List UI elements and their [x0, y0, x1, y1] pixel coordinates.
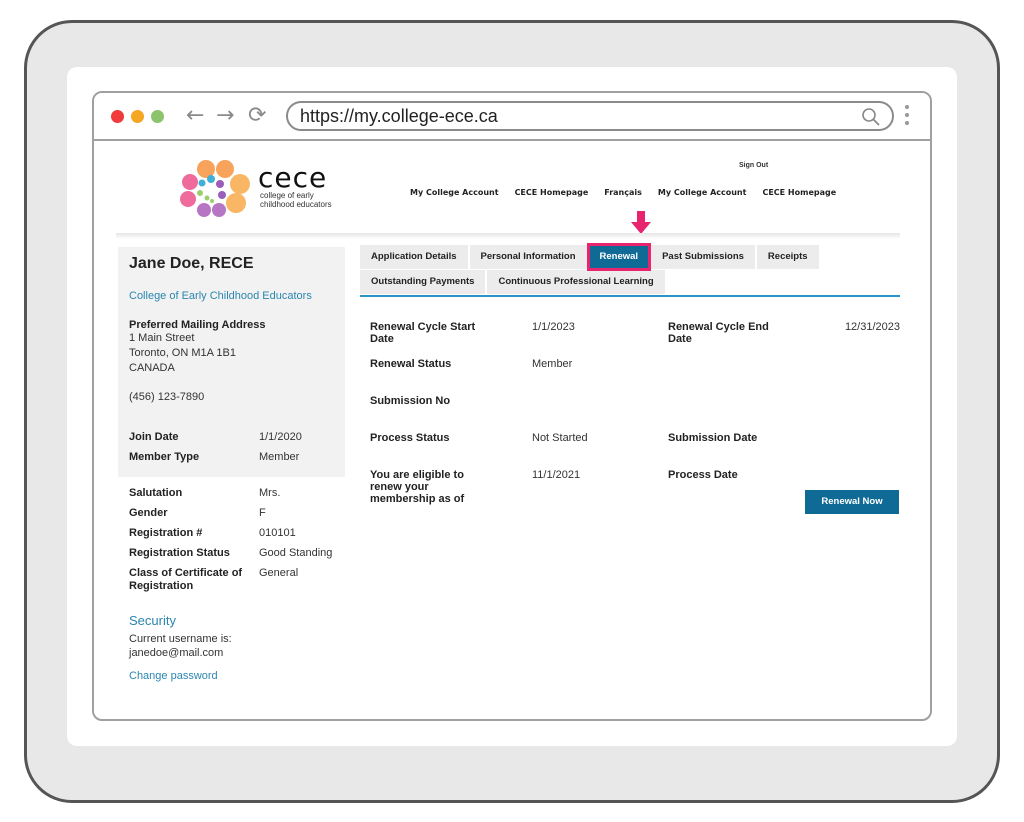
- username-value: janedoe@mail.com: [129, 647, 224, 659]
- status-row: Renewal Status Member: [360, 358, 900, 395]
- registration-number-row: Registration # 010101: [129, 523, 334, 543]
- gender-row: Gender F: [129, 503, 334, 523]
- tab-row-1: Application Details Personal Information…: [360, 243, 900, 271]
- renewal-status-label: Renewal Status: [370, 358, 452, 370]
- account-tabs: Application Details Personal Information…: [360, 243, 900, 297]
- logo-circles-icon: [180, 160, 250, 217]
- logo-wordmark: cece: [258, 161, 328, 194]
- nav-my-college-account-2[interactable]: My College Account: [658, 188, 747, 197]
- eligible-date-value: 11/1/2021: [532, 469, 581, 481]
- cycle-row: Renewal Cycle Start Date 1/1/2023 Renewa…: [360, 321, 900, 358]
- security-heading: Security: [129, 613, 176, 628]
- process-status-label: Process Status: [370, 432, 450, 444]
- eligible-label: You are eligible to renew your membershi…: [370, 469, 465, 505]
- browser-toolbar: ← → ⟳ https://my.college-ece.ca: [94, 93, 930, 141]
- address-line: Toronto, ON M1A 1B1: [129, 347, 236, 359]
- header-divider: [116, 233, 900, 239]
- member-type-row: Member Type Member: [129, 447, 334, 467]
- member-type-value: Member: [259, 451, 300, 463]
- registration-number-value: 010101: [259, 527, 296, 539]
- member-type-label: Member Type: [129, 451, 200, 463]
- renewal-status-value: Member: [532, 358, 573, 370]
- certificate-class-value: General: [259, 567, 299, 579]
- member-details: Salutation Mrs. Gender F Registration # …: [118, 477, 345, 682]
- registration-status-label: Registration Status: [129, 547, 230, 559]
- nav-my-college-account[interactable]: My College Account: [410, 188, 499, 197]
- change-password-link[interactable]: Change password: [129, 670, 334, 682]
- close-window-dot[interactable]: [111, 110, 124, 123]
- cycle-end-value: 12/31/2023: [844, 321, 900, 333]
- tab-renewal[interactable]: Renewal: [586, 243, 652, 271]
- renewal-now-button[interactable]: Renewal Now: [805, 490, 899, 514]
- process-status-value: Not Started: [532, 432, 588, 444]
- sign-out-link[interactable]: Sign Out: [739, 162, 768, 169]
- tab-continuous-professional-learning[interactable]: Continuous Professional Learning: [487, 270, 665, 294]
- renewal-panel: Renewal Cycle Start Date 1/1/2023 Renewa…: [360, 321, 900, 529]
- cece-logo[interactable]: cece college of early childhood educator…: [170, 157, 332, 219]
- arrow-right-icon[interactable]: →: [216, 102, 234, 130]
- browser-window: ← → ⟳ https://my.college-ece.ca cece col…: [92, 91, 932, 721]
- tab-underline: [360, 295, 900, 297]
- registration-number-label: Registration #: [129, 527, 203, 539]
- cycle-start-label: Renewal Cycle Start Date: [370, 321, 476, 345]
- certificate-class-row: Class of Certificate of Registration Gen…: [129, 567, 334, 593]
- submission-date-label: Submission Date: [668, 432, 758, 444]
- nav-cece-homepage-2[interactable]: CECE Homepage: [762, 188, 836, 197]
- organization-link[interactable]: College of Early Childhood Educators: [129, 290, 334, 302]
- gender-value: F: [259, 507, 266, 519]
- submission-no-row: Submission No: [360, 395, 900, 432]
- member-name: Jane Doe, RECE: [129, 255, 254, 272]
- reload-icon[interactable]: ⟳: [248, 102, 266, 130]
- join-date-label: Join Date: [129, 431, 179, 443]
- page: cece college of early childhood educator…: [94, 143, 930, 719]
- search-icon[interactable]: [860, 106, 882, 133]
- kebab-menu-icon[interactable]: [904, 105, 910, 129]
- join-date-row: Join Date 1/1/2020: [129, 427, 334, 447]
- salutation-row: Salutation Mrs.: [129, 483, 334, 503]
- username-label: Current username is:: [129, 633, 232, 645]
- eligibility-row: You are eligible to renew your membershi…: [360, 469, 900, 529]
- logo-subtitle: college of early childhood educators: [260, 191, 332, 209]
- tab-application-details[interactable]: Application Details: [360, 245, 468, 269]
- salutation-value: Mrs.: [259, 487, 281, 499]
- tab-past-submissions[interactable]: Past Submissions: [651, 245, 755, 269]
- join-date-value: 1/1/2020: [259, 431, 302, 443]
- tab-personal-information[interactable]: Personal Information: [469, 245, 587, 269]
- process-status-row: Process Status Not Started Submission Da…: [360, 432, 900, 469]
- nav-francais[interactable]: Français: [604, 188, 642, 197]
- url-text[interactable]: https://my.college-ece.ca: [300, 106, 498, 127]
- maximize-window-dot[interactable]: [151, 110, 164, 123]
- submission-no-label: Submission No: [370, 395, 451, 407]
- address-bar[interactable]: https://my.college-ece.ca: [286, 101, 894, 131]
- cycle-end-label: Renewal Cycle End Date: [668, 321, 769, 345]
- gender-label: Gender: [129, 507, 168, 519]
- nav-cece-homepage[interactable]: CECE Homepage: [515, 188, 589, 197]
- arrow-left-icon[interactable]: ←: [186, 102, 204, 130]
- phone-number: (456) 123-7890: [129, 391, 205, 403]
- cycle-start-value: 1/1/2023: [532, 321, 575, 333]
- tab-outstanding-payments[interactable]: Outstanding Payments: [360, 270, 486, 294]
- registration-status-value: Good Standing: [259, 547, 333, 559]
- member-sidebar: Jane Doe, RECE College of Early Childhoo…: [118, 247, 345, 682]
- minimize-window-dot[interactable]: [131, 110, 144, 123]
- address-label: Preferred Mailing Address: [129, 319, 266, 331]
- member-summary: Jane Doe, RECE College of Early Childhoo…: [118, 247, 345, 477]
- address-line: CANADA: [129, 362, 175, 374]
- arrow-down-indicator-icon: [631, 211, 651, 234]
- certificate-class-label: Class of Certificate of Registration: [129, 567, 243, 592]
- salutation-label: Salutation: [129, 487, 183, 499]
- process-date-label: Process Date: [668, 469, 738, 481]
- address-line: 1 Main Street: [129, 332, 195, 344]
- registration-status-row: Registration Status Good Standing: [129, 543, 334, 563]
- top-navigation: My College Account CECE Homepage Françai…: [410, 188, 852, 197]
- tab-row-2: Outstanding Payments Continuous Professi…: [360, 270, 900, 294]
- tab-receipts[interactable]: Receipts: [756, 245, 819, 269]
